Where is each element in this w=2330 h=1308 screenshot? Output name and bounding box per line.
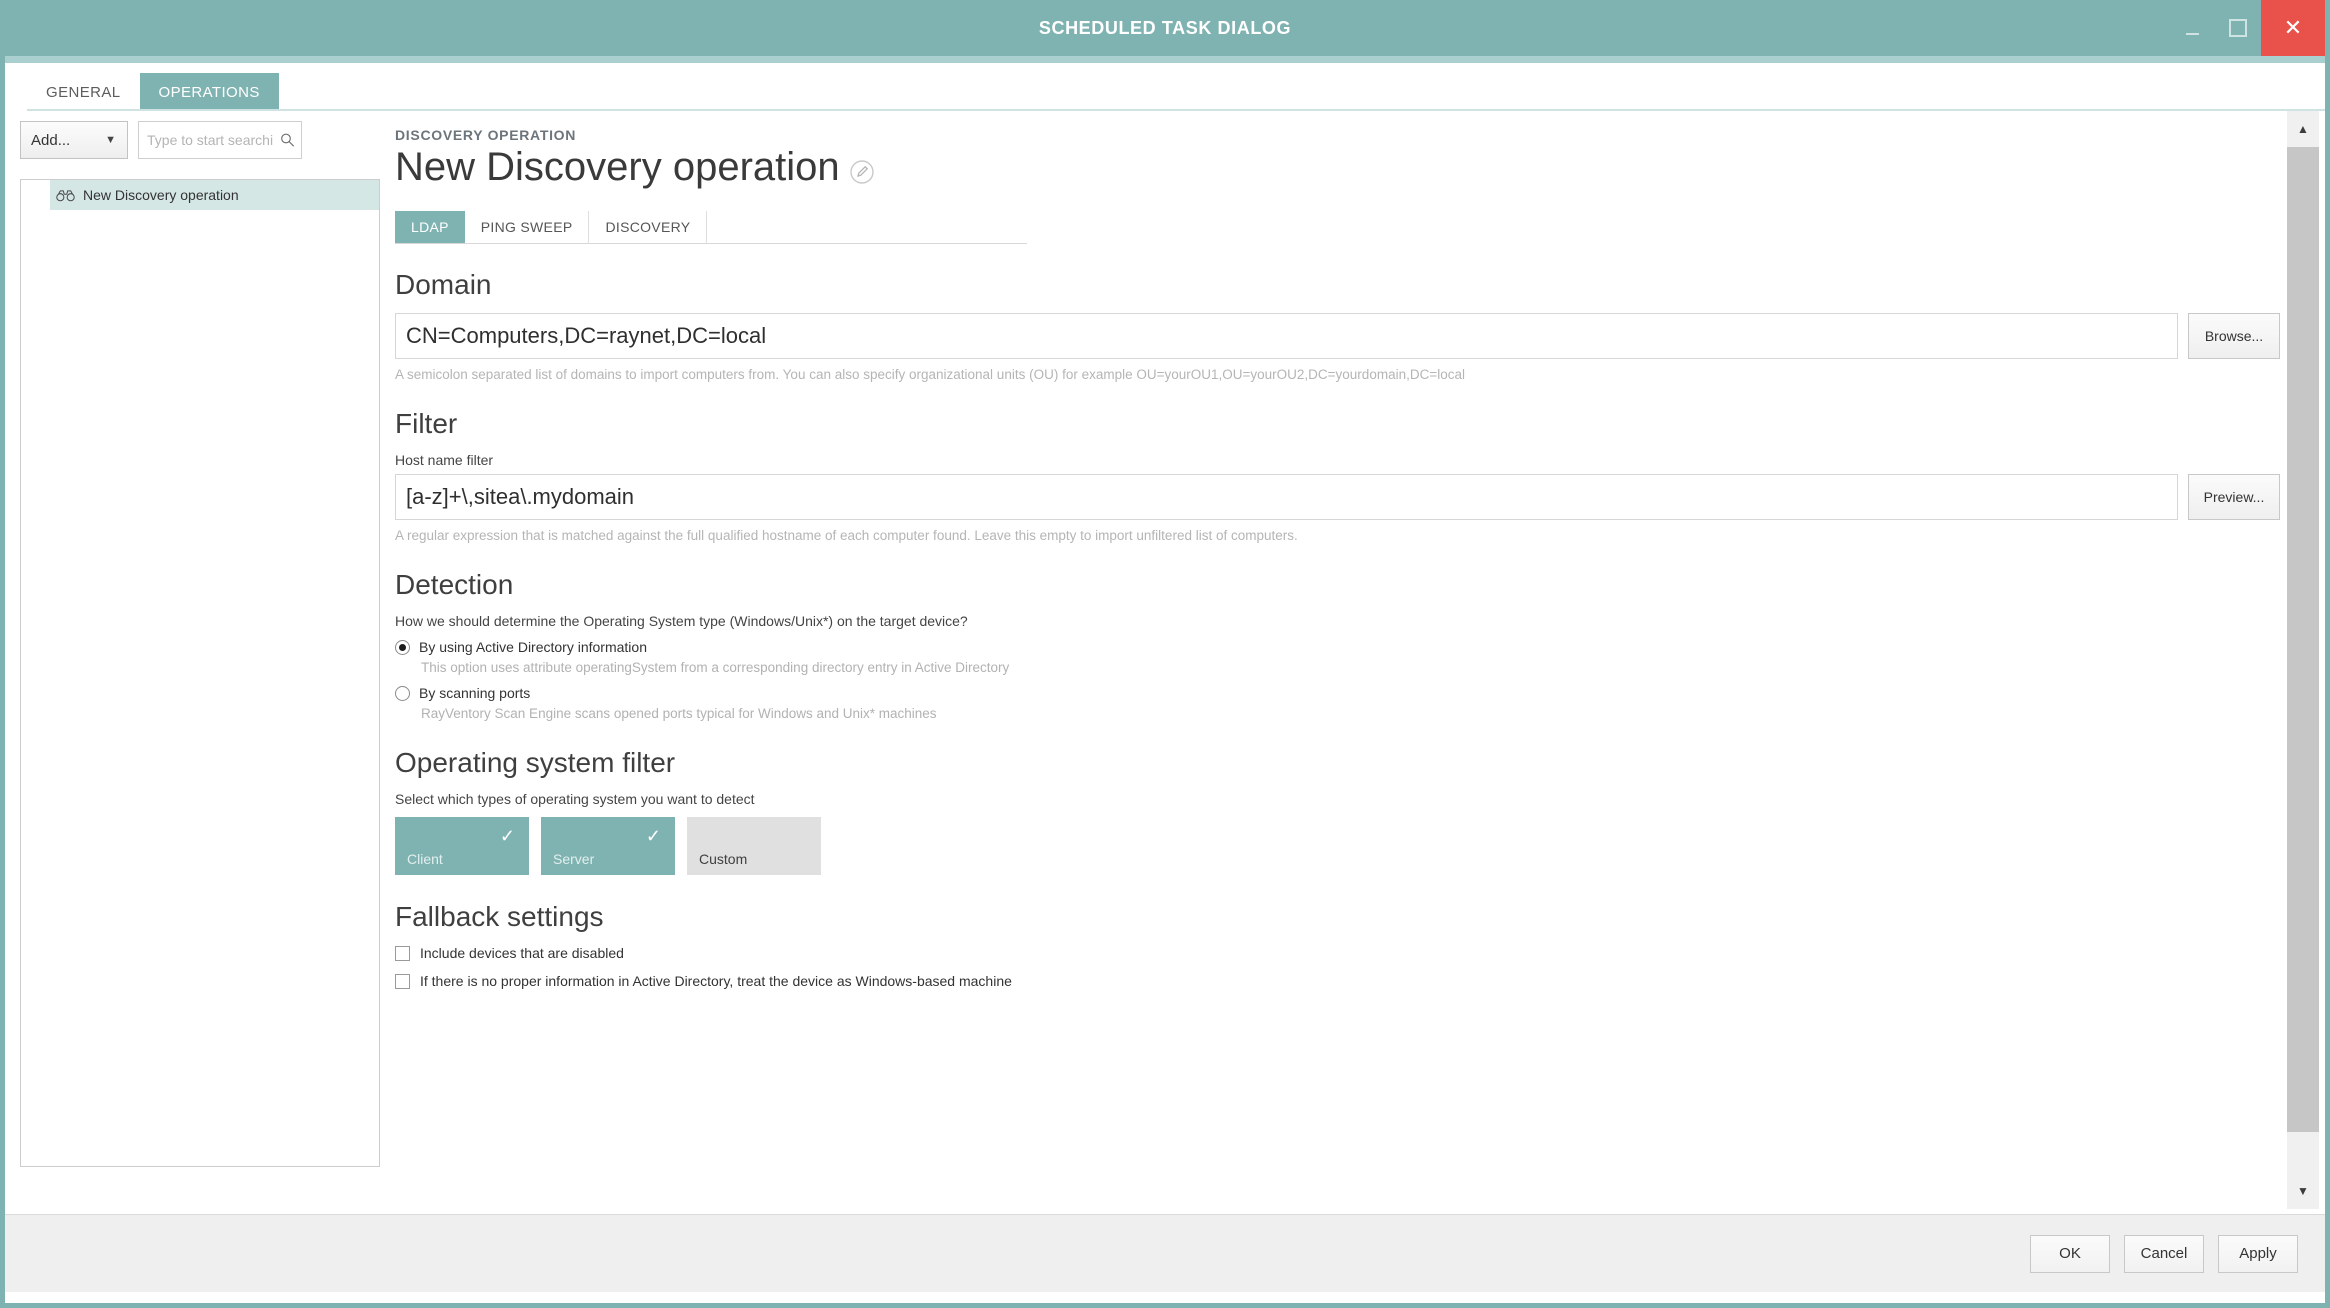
- host-name-filter-label: Host name filter: [395, 452, 2293, 468]
- chevron-down-icon[interactable]: ▼: [2287, 1173, 2319, 1209]
- minimize-icon[interactable]: [2169, 0, 2215, 56]
- chevron-up-icon[interactable]: ▲: [2287, 111, 2319, 147]
- domain-hint: A semicolon separated list of domains to…: [395, 367, 2293, 382]
- tab-general[interactable]: GENERAL: [27, 73, 140, 111]
- check-icon: ✓: [646, 827, 661, 845]
- detail-content: DISCOVERY OPERATION New Discovery operat…: [383, 111, 2293, 989]
- tab-ping-sweep[interactable]: PING SWEEP: [465, 211, 590, 243]
- os-tile-label: Server: [553, 851, 594, 867]
- checkbox-label: If there is no proper information in Act…: [420, 973, 1012, 989]
- radio-active-directory-description: This option uses attribute operatingSyst…: [421, 660, 2293, 675]
- radio-scanning-ports-description: RayVentory Scan Engine scans opened port…: [421, 706, 2293, 721]
- apply-button[interactable]: Apply: [2218, 1235, 2298, 1273]
- radio-label: By using Active Directory information: [419, 639, 647, 655]
- list-item[interactable]: New Discovery operation: [50, 180, 379, 210]
- close-icon[interactable]: ✕: [2261, 0, 2325, 56]
- window-controls: ✕: [2169, 0, 2325, 56]
- os-tile-server[interactable]: ✓ Server: [541, 817, 675, 875]
- detection-heading: Detection: [395, 569, 2293, 601]
- filter-row: Preview...: [395, 474, 2280, 520]
- checkbox-include-disabled-devices[interactable]: Include devices that are disabled: [395, 945, 2293, 961]
- os-filter-tiles: ✓ Client ✓ Server Custom: [395, 817, 2293, 875]
- main-tab-bar: GENERAL OPERATIONS: [5, 63, 2325, 111]
- tab-ldap[interactable]: LDAP: [395, 211, 465, 243]
- host-name-filter-input[interactable]: [395, 474, 2178, 520]
- filter-hint: A regular expression that is matched aga…: [395, 528, 2293, 543]
- window-title-bar: SCHEDULED TASK DIALOG ✕: [5, 0, 2325, 56]
- binoculars-icon: [56, 189, 75, 202]
- add-select[interactable]: Add...: [20, 121, 128, 159]
- add-dropdown[interactable]: Add... ▼: [20, 121, 128, 159]
- sidebar-toolbar: Add... ▼: [20, 121, 302, 159]
- window-title: SCHEDULED TASK DIALOG: [1039, 18, 1291, 39]
- radio-button-icon[interactable]: [395, 686, 410, 701]
- checkbox-icon[interactable]: [395, 974, 410, 989]
- breadcrumb: DISCOVERY OPERATION: [395, 127, 2293, 143]
- domain-input[interactable]: [395, 313, 2178, 359]
- operations-sidebar: Add... ▼: [5, 111, 383, 1214]
- scrollbar-thumb[interactable]: [2287, 147, 2319, 1132]
- os-filter-description: Select which types of operating system y…: [395, 791, 2293, 807]
- page-title-row: New Discovery operation: [395, 145, 2293, 189]
- detail-tab-bar: LDAP PING SWEEP DISCOVERY: [395, 211, 1027, 243]
- operations-list[interactable]: New Discovery operation: [20, 179, 380, 1167]
- os-filter-heading: Operating system filter: [395, 747, 2293, 779]
- cancel-button[interactable]: Cancel: [2124, 1235, 2204, 1273]
- fallback-heading: Fallback settings: [395, 901, 2293, 933]
- radio-button-icon[interactable]: [395, 640, 410, 655]
- edit-pencil-icon[interactable]: [850, 160, 874, 184]
- preview-button[interactable]: Preview...: [2188, 474, 2280, 520]
- maximize-icon[interactable]: [2215, 0, 2261, 56]
- page-title: New Discovery operation: [395, 145, 840, 189]
- detail-pane: DISCOVERY OPERATION New Discovery operat…: [383, 111, 2325, 1214]
- sidebar-search: [138, 121, 302, 159]
- radio-label: By scanning ports: [419, 685, 530, 701]
- checkbox-label: Include devices that are disabled: [420, 945, 624, 961]
- browse-button[interactable]: Browse...: [2188, 313, 2280, 359]
- detail-tab-underline: [395, 243, 1027, 244]
- radio-scanning-ports[interactable]: By scanning ports: [395, 685, 2293, 701]
- vertical-scrollbar[interactable]: ▲ ▼: [2287, 111, 2319, 1209]
- dialog-footer: OK Cancel Apply: [5, 1214, 2325, 1292]
- domain-heading: Domain: [395, 269, 2293, 301]
- scheduled-task-dialog-window: SCHEDULED TASK DIALOG ✕ GENERAL OPERATIO…: [0, 0, 2330, 1308]
- search-input[interactable]: [138, 121, 302, 159]
- list-item-label: New Discovery operation: [83, 187, 239, 203]
- checkbox-treat-as-windows[interactable]: If there is no proper information in Act…: [395, 973, 2293, 989]
- filter-heading: Filter: [395, 408, 2293, 440]
- os-tile-client[interactable]: ✓ Client: [395, 817, 529, 875]
- tab-operations[interactable]: OPERATIONS: [140, 73, 279, 111]
- os-tile-label: Client: [407, 851, 443, 867]
- ok-button[interactable]: OK: [2030, 1235, 2110, 1273]
- domain-row: Browse...: [395, 313, 2280, 359]
- checkbox-icon[interactable]: [395, 946, 410, 961]
- accent-strip: [5, 56, 2325, 63]
- os-tile-label: Custom: [699, 851, 747, 867]
- dialog-body: Add... ▼: [5, 111, 2325, 1214]
- tab-discovery[interactable]: DISCOVERY: [589, 211, 707, 243]
- check-icon: ✓: [500, 827, 515, 845]
- detection-question: How we should determine the Operating Sy…: [395, 613, 2293, 629]
- radio-active-directory[interactable]: By using Active Directory information: [395, 639, 2293, 655]
- os-tile-custom[interactable]: Custom: [687, 817, 821, 875]
